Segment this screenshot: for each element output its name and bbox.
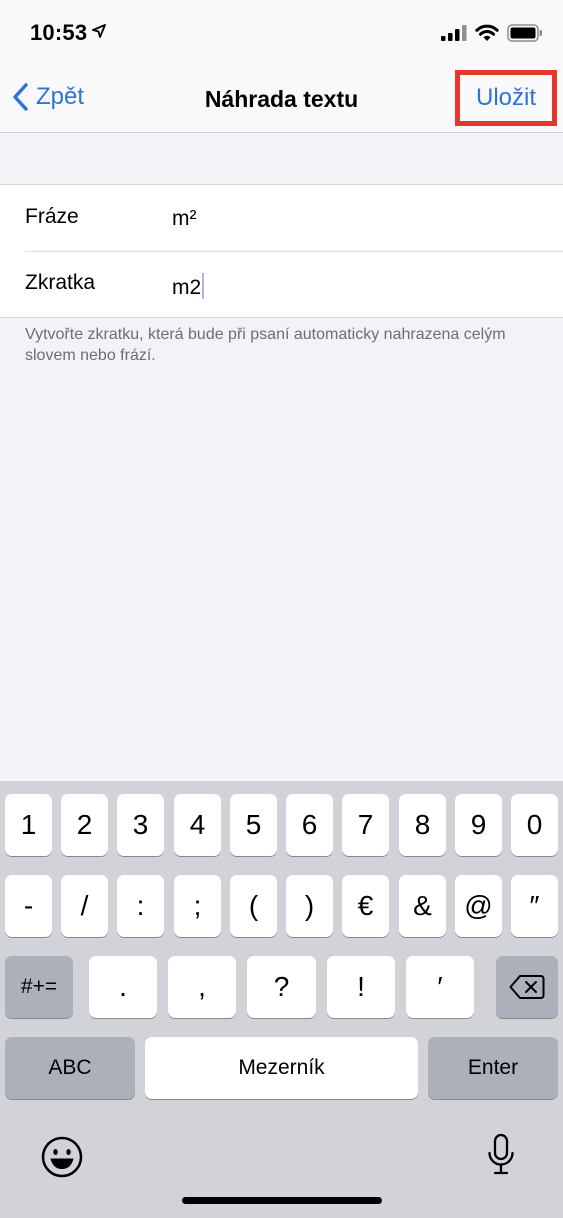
key-slash[interactable]: /: [61, 875, 108, 937]
key-close-paren[interactable]: ): [286, 875, 333, 937]
key-9[interactable]: 9: [455, 794, 502, 856]
key-3[interactable]: 3: [117, 794, 164, 856]
key-exclamation[interactable]: !: [327, 956, 395, 1018]
save-highlight-box: Uložit: [455, 70, 557, 126]
save-button[interactable]: Uložit: [476, 84, 536, 112]
microphone-icon[interactable]: [486, 1133, 516, 1182]
battery-icon: [507, 24, 543, 47]
key-0[interactable]: 0: [511, 794, 558, 856]
key-1[interactable]: 1: [5, 794, 52, 856]
home-indicator: [182, 1197, 382, 1204]
shortcut-input[interactable]: m2: [172, 273, 205, 300]
cellular-signal-icon: [441, 25, 467, 46]
key-at[interactable]: @: [455, 875, 502, 937]
navigation-bar: Zpět Náhrada textu Uložit: [0, 68, 563, 133]
enter-key[interactable]: Enter: [428, 1037, 558, 1099]
key-prime[interactable]: ′: [406, 956, 474, 1018]
text-replacement-form: Fráze m² Zkratka m2: [0, 184, 563, 318]
key-open-paren[interactable]: (: [230, 875, 277, 937]
text-caret: [202, 273, 205, 299]
emoji-icon[interactable]: [40, 1135, 84, 1184]
key-2[interactable]: 2: [61, 794, 108, 856]
location-arrow-icon: [92, 24, 106, 43]
key-7[interactable]: 7: [342, 794, 389, 856]
phrase-label: Fráze: [25, 205, 79, 228]
wifi-icon: [475, 24, 499, 47]
phrase-input[interactable]: m²: [172, 207, 197, 231]
abc-key[interactable]: ABC: [5, 1037, 135, 1099]
backspace-icon: [509, 975, 545, 999]
form-footer-hint: Vytvořte zkratku, která bude při psaní a…: [25, 326, 506, 364]
keyboard: 1 2 3 4 5 6 7 8 9 0 - / : ; ( ) € & @ ″ …: [0, 781, 563, 1218]
shortcut-value: m2: [172, 276, 202, 299]
key-5[interactable]: 5: [230, 794, 277, 856]
shortcut-row[interactable]: Zkratka m2: [0, 251, 563, 317]
key-colon[interactable]: :: [117, 875, 164, 937]
key-8[interactable]: 8: [399, 794, 446, 856]
key-period[interactable]: .: [89, 956, 157, 1018]
key-comma[interactable]: ,: [168, 956, 236, 1018]
space-key[interactable]: Mezerník: [145, 1037, 418, 1099]
status-bar: 10:53: [0, 0, 563, 68]
backspace-key[interactable]: [496, 956, 558, 1018]
key-question[interactable]: ?: [247, 956, 316, 1018]
shortcut-label: Zkratka: [25, 271, 96, 294]
key-double-prime[interactable]: ″: [511, 875, 558, 937]
key-euro[interactable]: €: [342, 875, 389, 937]
key-4[interactable]: 4: [174, 794, 221, 856]
key-semicolon[interactable]: ;: [174, 875, 221, 937]
key-6[interactable]: 6: [286, 794, 333, 856]
key-ampersand[interactable]: &: [399, 875, 446, 937]
key-hyphen[interactable]: -: [5, 875, 52, 937]
key-symbols-switch[interactable]: #+=: [5, 956, 73, 1018]
status-time: 10:53: [30, 20, 88, 45]
phrase-row[interactable]: Fráze m²: [0, 185, 563, 251]
